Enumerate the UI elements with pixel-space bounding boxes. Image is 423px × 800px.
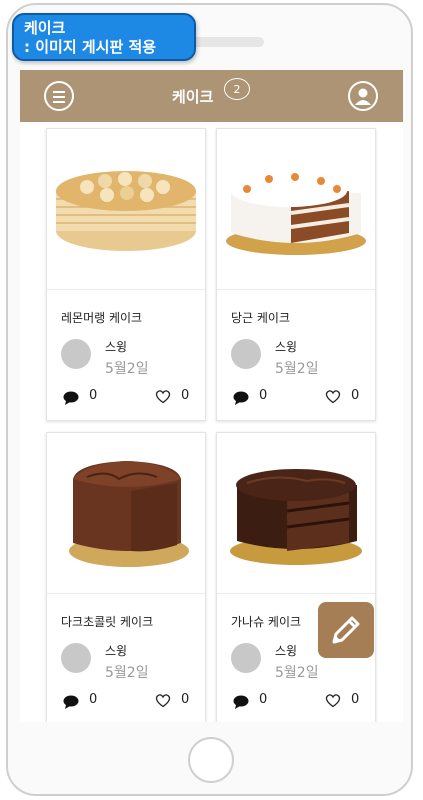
post-title[interactable]: 당근 케이크 [231, 309, 290, 326]
card-divider [217, 289, 375, 290]
post-image-lemon-meringue [56, 171, 196, 251]
hamburger-icon-bar [53, 96, 65, 98]
post-author: 스윙 [105, 644, 128, 658]
callout-line-1: 케이크 [24, 19, 66, 37]
annotation-callout: 케이크 : 이미지 게시판 적용 [12, 13, 196, 61]
post-card[interactable]: 다크초콜릿 케이크 스윙 5월2일 0 0 [46, 432, 206, 722]
author-avatar [61, 643, 91, 673]
hamburger-icon-bar [53, 101, 65, 103]
post-date: 5월2일 [275, 665, 319, 681]
comment-count: 0 [259, 388, 268, 403]
post-date: 5월2일 [105, 361, 149, 377]
comment-count: 0 [89, 388, 98, 403]
top-bar: 케이크 2 [20, 70, 403, 122]
post-date: 5월2일 [275, 361, 319, 377]
post-image-carrot-cake [226, 173, 366, 255]
like-count: 0 [181, 388, 190, 403]
speech-bubble-icon[interactable] [63, 391, 79, 405]
post-card[interactable]: 레몬머랭 케이크 스윙 5월2일 0 0 [46, 128, 206, 421]
post-image-ganache-cake [230, 469, 362, 565]
callout-line-2: : 이미지 게시판 적용 [24, 38, 157, 56]
card-divider [47, 289, 205, 290]
hamburger-icon [53, 91, 65, 93]
heart-icon[interactable] [155, 389, 171, 404]
author-avatar [231, 339, 261, 369]
post-title[interactable]: 다크초콜릿 케이크 [61, 613, 153, 630]
card-divider [217, 593, 375, 594]
post-author: 스윙 [275, 340, 298, 354]
card-divider [47, 593, 205, 594]
heart-icon[interactable] [325, 389, 341, 404]
heart-icon[interactable] [155, 693, 171, 708]
like-count: 0 [181, 692, 190, 707]
menu-button[interactable] [44, 81, 74, 111]
pencil-icon [332, 616, 360, 644]
write-post-button[interactable] [318, 602, 374, 658]
comment-count: 0 [89, 692, 98, 707]
post-title[interactable]: 레몬머랭 케이크 [61, 309, 142, 326]
author-avatar [61, 339, 91, 369]
speech-bubble-icon[interactable] [63, 695, 79, 709]
post-image-dark-chocolate-cake [69, 461, 189, 567]
post-date: 5월2일 [105, 665, 149, 681]
post-card[interactable]: 가나슈 케이크 스윙 5월2일 0 0 [216, 432, 376, 722]
profile-button[interactable] [348, 81, 378, 111]
like-count: 0 [351, 692, 360, 707]
post-card[interactable]: 당근 케이크 스윙 5월2일 0 0 [216, 128, 376, 421]
author-avatar [231, 643, 261, 673]
user-icon [355, 88, 371, 105]
speech-bubble-icon[interactable] [233, 391, 249, 405]
comment-count-badge: 2 [224, 78, 250, 100]
post-author: 스윙 [275, 644, 298, 658]
comment-count: 0 [259, 692, 268, 707]
app-screen: 케이크 2 레몬머랭 케이크 스윙 5월2일 0 0 당근 케이크 스윙 5월2… [20, 70, 403, 722]
heart-icon[interactable] [325, 693, 341, 708]
like-count: 0 [351, 388, 360, 403]
post-author: 스윙 [105, 340, 128, 354]
post-title[interactable]: 가나슈 케이크 [231, 613, 301, 630]
home-button[interactable] [188, 737, 234, 783]
speech-bubble-icon[interactable] [233, 695, 249, 709]
page-title: 케이크 [172, 88, 214, 106]
